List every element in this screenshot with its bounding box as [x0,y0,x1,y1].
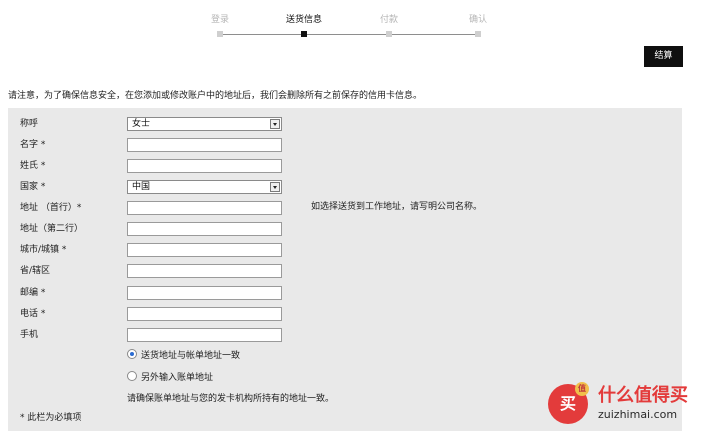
country-value: 中国 [132,182,151,192]
mobile-input[interactable] [127,328,282,342]
step-marker [217,31,223,37]
checkout-page: 登录 送货信息 付款 确认 结算 请注意，为了确保信息安全，在您添加或修改账户中… [0,0,704,431]
step-label: 付款 [379,15,398,25]
billing-other-radio[interactable] [127,371,137,381]
step-marker [301,31,307,37]
step-label: 登录 [210,15,229,25]
address1-input[interactable] [127,201,282,215]
chevron-down-icon[interactable] [270,182,280,192]
billing-address-note: 请确保账单地址与您的发卡机构所持有的地址一致。 [127,394,335,404]
first-name-input[interactable] [127,138,282,152]
salutation-select[interactable]: 女士 [127,117,282,131]
address2-input[interactable] [127,222,282,236]
province-label: 省/辖区 [20,266,51,276]
checkout-stepper: 登录 送货信息 付款 确认 [0,0,704,50]
address1-hint: 如选择送货到工作地址，请写明公司名称。 [311,202,483,212]
address2-label: 地址（第二行） [20,224,84,234]
first-name-label: 名字 * [20,140,46,150]
chevron-down-icon[interactable] [270,119,280,129]
province-input[interactable] [127,264,282,278]
postal-code-label: 邮编 * [20,288,46,298]
logo-name: 什么值得买 [598,385,688,406]
address1-label: 地址 （首行）* [20,203,82,213]
stepper-line [218,34,476,35]
last-name-label: 姓氏 * [20,161,46,171]
security-notice: 请注意，为了确保信息安全，在您添加或修改账户中的地址后，我们会删除所有之前保存的… [8,91,423,101]
step-login: 登录 [180,0,260,37]
step-label: 确认 [468,15,487,25]
step-payment: 付款 [349,0,429,37]
step-confirm: 确认 [438,0,518,37]
required-fields-note: * 此栏为必填项 [20,413,82,423]
logo-domain: zuizhimai.com [598,408,678,421]
logo-badge: 值 [575,382,589,396]
billing-same-label: 送货地址与帐单地址一致 [141,351,241,361]
step-marker [386,31,392,37]
city-input[interactable] [127,243,282,257]
salutation-label: 称呼 [20,119,39,129]
city-label: 城市/城镇 * [20,245,67,255]
country-select[interactable]: 中国 [127,180,282,194]
billing-same-radio[interactable] [127,349,137,359]
step-label: 送货信息 [285,15,322,25]
checkout-button[interactable]: 结算 [644,46,683,67]
step-marker [475,31,481,37]
billing-same-option[interactable]: 送货地址与帐单地址一致 [127,349,240,362]
mobile-label: 手机 [20,330,39,340]
phone-input[interactable] [127,307,282,321]
salutation-value: 女士 [132,119,151,129]
phone-label: 电话 * [20,309,46,319]
step-shipping: 送货信息 [264,0,344,37]
last-name-input[interactable] [127,159,282,173]
billing-other-label: 另外输入账单地址 [141,373,214,383]
billing-other-option[interactable]: 另外输入账单地址 [127,371,213,384]
country-label: 国家 * [20,182,46,192]
postal-code-input[interactable] [127,286,282,300]
watermark-logo: 买 值 什么值得买 zuizhimai.com [548,382,698,428]
